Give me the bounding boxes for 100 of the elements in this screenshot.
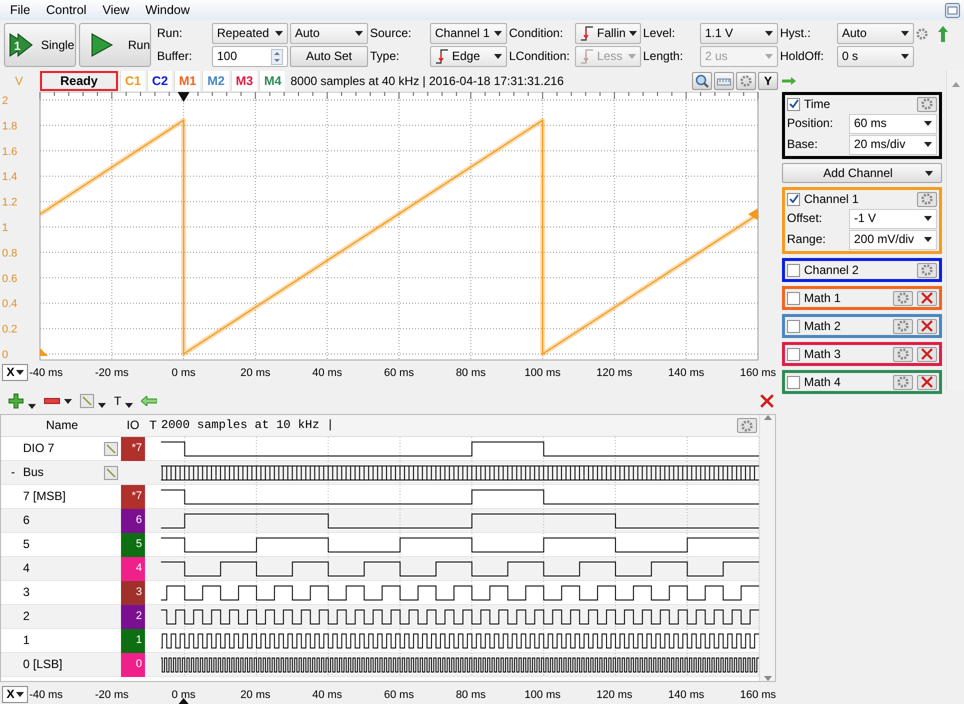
edit-icon[interactable] [80,394,94,408]
scroll-up-icon[interactable] [764,415,772,420]
trigger-menu[interactable]: T [114,394,122,408]
sample-info: 2000 samples at 10 kHz | [161,418,335,433]
field-label: Type: [370,49,400,64]
run-button[interactable]: Run [79,23,151,67]
edit-icon[interactable] [104,442,118,456]
up-arrow-icon[interactable] [938,26,948,42]
channel-tab[interactable]: M4 [259,71,286,91]
delete-button[interactable] [917,318,937,334]
single-button[interactable]: 1 Single [4,23,76,67]
trigger-level-marker[interactable] [748,208,758,220]
io-pin-label: 6 [121,508,145,532]
signal-name[interactable]: 2 [19,609,101,624]
ruler-icon [717,76,731,86]
toolbar-button[interactable]: Auto Set [290,46,368,67]
left-arrow-icon[interactable] [141,396,158,406]
plus-icon[interactable] [8,393,24,409]
gear-icon [897,376,909,388]
collapse-toggle[interactable]: - [11,465,15,480]
checkbox[interactable] [787,376,800,388]
settings-button[interactable] [737,418,757,433]
menu-item[interactable]: Control [38,2,94,18]
gear-icon [921,193,933,205]
gear-icon [897,320,909,332]
scroll-up-icon[interactable] [952,82,960,87]
close-icon[interactable] [760,394,774,408]
channel-tab[interactable]: M3 [230,71,258,91]
window-restore-icon[interactable] [945,2,960,18]
dropdown[interactable]: Channel 1 [430,23,507,44]
signal-name[interactable]: 3 [19,585,101,600]
edge-icon [580,26,594,41]
gear-icon [921,98,933,110]
settings-button[interactable] [893,374,913,390]
signal-name[interactable]: DIO 7 [19,441,101,456]
axis-button[interactable]: X [2,364,28,380]
y-tick-label: 0.6 [2,272,18,285]
signal-name[interactable]: 6 [19,513,101,528]
settings-button[interactable] [736,72,756,90]
checkbox[interactable] [787,348,800,360]
trigger-marker[interactable] [178,698,189,704]
signal-name[interactable]: 0 [LSB] [19,657,101,672]
dropdown[interactable]: Edge [430,46,507,67]
menu-item[interactable]: File [2,2,38,18]
dropdown[interactable]: 1.1 V [700,23,778,44]
checkbox[interactable] [787,98,800,110]
acquisition-info: 8000 samples at 40 kHz | 2016-04-18 17:31:31.216 [289,74,565,88]
field-label: Range: [787,232,827,247]
x-tick-label: -40 ms [29,367,63,379]
axis-button[interactable]: X [2,686,28,702]
delete-button[interactable] [917,290,937,306]
ruler-button[interactable] [714,72,734,90]
settings-button[interactable] [917,262,937,278]
settings-button[interactable] [893,318,913,334]
signal-name[interactable]: 4 [19,561,101,576]
channel-tab[interactable]: C2 [146,71,172,91]
checkbox[interactable] [787,292,800,304]
checkbox[interactable] [787,192,800,206]
menu-item[interactable]: View [94,2,138,18]
gear-icon[interactable] [916,28,928,40]
menu-item[interactable]: Window [137,2,198,18]
delete-button[interactable] [917,374,937,390]
dropdown[interactable]: 60 ms [849,114,937,134]
delete-button[interactable] [917,346,937,362]
y-tick-label: 2 [2,95,8,107]
dropdown[interactable]: Auto [837,23,914,44]
scrollbar[interactable] [759,415,775,681]
y-axis-button[interactable]: Y [758,72,778,90]
edit-icon[interactable] [104,466,118,480]
dropdown[interactable]: 20 ms/div [849,134,937,154]
right-arrow-icon[interactable] [782,77,796,85]
settings-button[interactable] [893,290,913,306]
add-channel-button[interactable]: Add Channel [782,163,942,183]
caret-icon [925,170,933,176]
settings-button[interactable] [917,96,937,112]
signal-name[interactable]: 7 [MSB] [19,489,101,504]
settings-button[interactable] [893,346,913,362]
edge-icon [435,49,449,64]
checkbox[interactable] [787,264,800,276]
dropdown[interactable]: -1 V [849,208,937,228]
signal-name[interactable]: Bus [19,465,101,480]
spin-field[interactable]: 100 [212,46,288,67]
dropdown[interactable]: 0 s [837,46,914,67]
checkbox[interactable] [787,320,800,332]
dropdown[interactable]: 200 mV/div [849,230,937,250]
gear-icon [741,420,753,432]
signal-name[interactable]: 5 [19,537,101,552]
dropdown[interactable]: Fallin [575,23,641,44]
channel-tab[interactable]: M2 [202,71,229,91]
zoom-button[interactable] [692,72,712,90]
dropdown[interactable]: Repeated [212,23,288,44]
dropdown[interactable]: Auto [290,23,368,44]
settings-button[interactable] [917,192,937,206]
minus-icon[interactable] [44,398,60,404]
x-tick-label: 20 ms [240,689,270,701]
signal-name[interactable]: 1 [19,633,101,648]
x-tick-label: 160 ms [740,689,776,701]
x-tick-label: 20 ms [240,367,270,379]
scroll-down-icon[interactable] [764,676,772,681]
offset-marker[interactable] [40,348,48,356]
